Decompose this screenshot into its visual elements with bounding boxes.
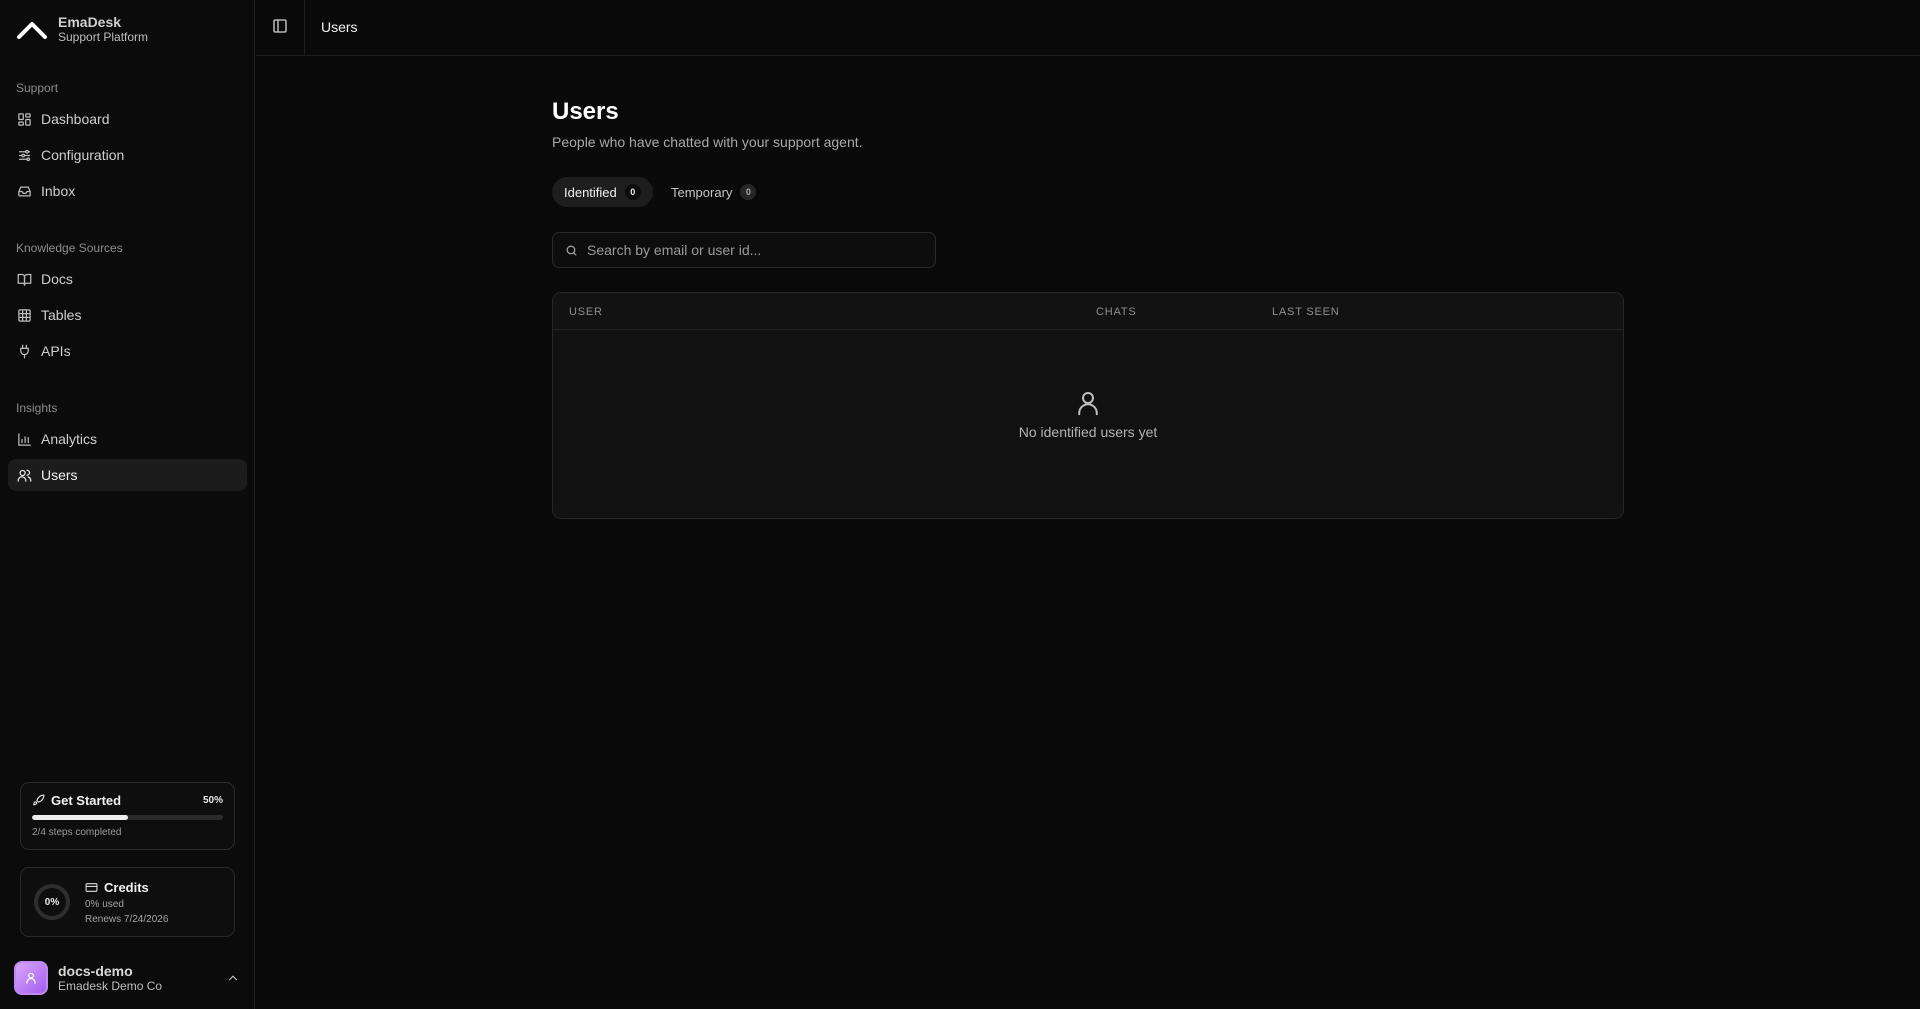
tab-count: 0 [624, 184, 641, 200]
sliders-icon [17, 148, 32, 163]
inbox-icon [17, 184, 32, 199]
tab-label: Identified [564, 184, 617, 200]
sidebar-item-label: Configuration [41, 147, 125, 163]
tab-temporary[interactable]: Temporary 0 [660, 177, 768, 207]
sidebar-item-label: Docs [41, 271, 73, 287]
users-table: User Chats Last Seen No identified users… [552, 292, 1624, 519]
section-label-support: Support [16, 81, 59, 95]
dashboard-icon [17, 112, 32, 127]
user-icon [26, 972, 36, 984]
empty-state-text: No identified users yet [1018, 424, 1158, 440]
account-name: docs-demo [58, 962, 133, 979]
get-started-progress-bar [32, 815, 223, 820]
search-box[interactable] [552, 232, 936, 268]
sidebar-item-configuration[interactable]: Configuration [8, 139, 247, 171]
account-org: Emadesk Demo Co [58, 978, 163, 993]
page-title: Users [552, 98, 619, 125]
top-bar: Users [256, 0, 1920, 56]
top-bar-divider [304, 0, 305, 56]
plug-icon [17, 344, 32, 359]
table-icon [17, 308, 32, 323]
bar-chart-icon [17, 432, 32, 447]
credit-card-icon [85, 881, 98, 894]
chevron-up-icon [226, 971, 240, 985]
sidebar-item-users[interactable]: Users [8, 459, 247, 491]
table-header: User Chats Last Seen [553, 293, 1623, 330]
get-started-title: Get Started [51, 793, 122, 808]
credits-ring-label: 0% [44, 896, 60, 908]
sidebar-item-label: Inbox [41, 183, 76, 199]
get-started-card[interactable]: Get Started 50% 2/4 steps completed [20, 782, 235, 850]
tab-count: 0 [740, 184, 757, 200]
account-menu[interactable]: docs-demo Emadesk Demo Co [14, 960, 240, 996]
caret-up-logo-icon [16, 19, 48, 41]
sidebar-item-analytics[interactable]: Analytics [8, 423, 247, 455]
get-started-percent: 50% [202, 795, 223, 806]
column-header-chats[interactable]: Chats [1096, 306, 1136, 318]
avatar [14, 961, 48, 995]
rocket-icon [32, 794, 45, 807]
column-header-user[interactable]: User [569, 306, 603, 318]
tab-label: Temporary [671, 184, 733, 200]
credits-used: 0% used [85, 898, 124, 910]
section-label-knowledge-sources: Knowledge Sources [16, 241, 123, 255]
brand[interactable]: EmaDesk Support Platform [16, 14, 148, 45]
sidebar: EmaDesk Support Platform Support Dashboa… [0, 0, 255, 1009]
sidebar-item-label: Tables [41, 307, 82, 323]
sidebar-item-inbox[interactable]: Inbox [8, 175, 247, 207]
brand-name: EmaDesk [58, 14, 122, 30]
sidebar-item-tables[interactable]: Tables [8, 299, 247, 331]
book-icon [17, 272, 32, 287]
search-input[interactable] [587, 242, 917, 258]
search-icon [565, 244, 578, 257]
sidebar-toggle-button[interactable] [272, 18, 292, 38]
breadcrumb: Users [321, 19, 358, 35]
sidebar-item-label: Analytics [41, 431, 98, 447]
panel-left-icon [272, 18, 292, 34]
credits-renews: Renews 7/24/2026 [85, 913, 169, 925]
section-label-insights: Insights [16, 401, 58, 415]
sidebar-item-label: APIs [41, 343, 71, 359]
credits-usage-ring: 0% [33, 883, 71, 921]
get-started-steps: 2/4 steps completed [32, 827, 122, 838]
get-started-progress-fill [32, 815, 128, 820]
credits-card[interactable]: 0% Credits 0% used Renews 7/24/2026 [20, 867, 235, 937]
sidebar-item-label: Users [41, 467, 78, 483]
sidebar-item-docs[interactable]: Docs [8, 263, 247, 295]
users-icon [17, 468, 32, 483]
tab-identified[interactable]: Identified 0 [552, 177, 653, 207]
brand-subtitle: Support Platform [58, 30, 149, 44]
credits-title: Credits [104, 879, 149, 895]
column-header-last-seen[interactable]: Last Seen [1272, 306, 1340, 318]
user-icon [1073, 388, 1103, 418]
sidebar-item-apis[interactable]: APIs [8, 335, 247, 367]
empty-state: No identified users yet [553, 330, 1623, 518]
page-subtitle: People who have chatted with your suppor… [552, 134, 863, 150]
sidebar-item-label: Dashboard [41, 111, 110, 127]
sidebar-item-dashboard[interactable]: Dashboard [8, 103, 247, 135]
